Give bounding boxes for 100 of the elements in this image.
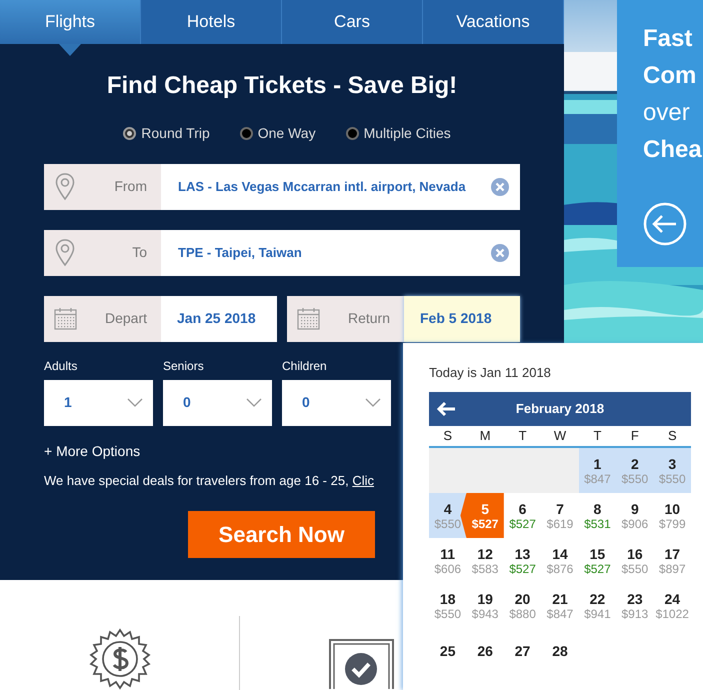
chevron-down-icon	[246, 398, 262, 408]
dollar-seal-icon	[88, 628, 150, 690]
day-price: $531	[584, 516, 611, 530]
location-pin-icon	[55, 238, 75, 267]
nav-tab[interactable]: Hotels	[141, 0, 282, 44]
date-value-area[interactable]: Jan 25 2018	[161, 296, 277, 342]
radio-label[interactable]: Round Trip	[141, 123, 210, 144]
day-number: 4	[444, 500, 452, 516]
date-field[interactable]: Return Feb 5 2018	[287, 296, 520, 342]
passenger-label: Adults	[44, 358, 78, 373]
radio-button[interactable]	[240, 127, 253, 140]
field-label: To	[132, 243, 147, 262]
location-pin-icon	[55, 172, 75, 201]
field-value: Feb 5 2018	[420, 309, 492, 328]
day-number: 15	[590, 546, 606, 562]
day-number: 22	[590, 590, 606, 606]
day-price: $941	[584, 606, 611, 620]
radio-button[interactable]	[346, 127, 359, 140]
clear-icon[interactable]	[491, 244, 509, 262]
passenger-select[interactable]: 0	[163, 380, 272, 426]
weekday-label: S	[442, 427, 454, 446]
day-price: $527	[584, 562, 611, 576]
calendar-icon	[54, 307, 77, 330]
weekday-label: W	[552, 427, 568, 446]
radio-label[interactable]: One Way	[258, 123, 316, 144]
day-price: $527	[509, 516, 536, 530]
day-price: $876	[546, 562, 574, 576]
chevron-down-icon	[365, 398, 381, 408]
day-number: 17	[664, 546, 680, 562]
weekday-label: T	[592, 427, 602, 446]
day-number: 19	[477, 590, 493, 606]
day-price: $799	[658, 516, 686, 530]
radio-label[interactable]: Multiple Cities	[364, 123, 451, 144]
day-price: $913	[622, 606, 648, 620]
promo-text: Fast	[643, 24, 694, 54]
passenger-select[interactable]: 1	[44, 380, 153, 426]
day-price: $880	[509, 606, 536, 620]
calendar-icon	[297, 307, 320, 330]
day-cell[interactable]: 2 $550	[616, 448, 654, 493]
previous-month-arrow-icon[interactable]	[436, 401, 456, 417]
nav-tab[interactable]: Cars	[282, 0, 423, 44]
today-label: Today is Jan 11 2018	[429, 365, 552, 381]
day-price: $550	[434, 516, 462, 530]
day-number: 3	[668, 456, 676, 472]
day-price: $906	[622, 516, 648, 530]
date-field[interactable]: Depart Jan 25 2018	[44, 296, 277, 342]
day-number: 7	[556, 500, 564, 516]
location-field[interactable]: From LAS - Las Vegas Mccarran intl. airport, Nevada	[44, 164, 520, 210]
day-number: 9	[630, 500, 639, 516]
day-number: 16	[627, 546, 643, 562]
chevron-down-icon	[127, 398, 143, 408]
clear-icon[interactable]	[491, 178, 509, 196]
promo-text: Chea	[643, 135, 703, 165]
more-options-link[interactable]: + More Options	[44, 442, 140, 460]
day-cell[interactable]: 3 $550	[654, 448, 691, 493]
day-cell[interactable]: 1 $847	[578, 448, 616, 493]
day-number: 2	[630, 456, 639, 472]
day-price: $527	[472, 516, 498, 530]
day-number: 26	[477, 642, 493, 658]
day-number: 13	[514, 546, 530, 562]
weekday-label: F	[630, 427, 640, 446]
radio-button[interactable]	[123, 127, 136, 140]
day-number: 25	[440, 642, 456, 658]
day-number: 20	[514, 590, 530, 606]
day-price: $527	[509, 562, 536, 576]
nav-tab[interactable]: Vacations	[423, 0, 564, 44]
day-number: 14	[552, 546, 568, 562]
field-label: Depart	[104, 309, 147, 328]
day-number: 5	[481, 500, 490, 516]
day-number: 8	[594, 500, 602, 516]
passenger-select[interactable]: 0	[282, 380, 391, 426]
day-price: $897	[658, 562, 686, 576]
location-field[interactable]: To TPE - Taipei, Taiwan	[44, 230, 520, 276]
promo-text: Com	[643, 61, 698, 91]
day-price: $1022	[656, 606, 689, 620]
weekday-label: M	[478, 427, 492, 446]
day-number: 23	[627, 590, 643, 606]
tab-pointer	[59, 44, 81, 56]
nav-tab[interactable]: Flights	[0, 0, 141, 44]
promo-text: over	[643, 98, 691, 128]
day-number: 6	[518, 500, 526, 516]
day-number: 12	[477, 546, 493, 562]
field-label: From	[114, 177, 147, 196]
day-cell[interactable]: 4 $550	[429, 493, 466, 538]
day-number: 21	[552, 590, 568, 606]
day-price: $943	[472, 606, 498, 620]
passenger-label: Seniors	[163, 358, 205, 373]
day-number: 11	[440, 546, 456, 562]
weekday-label: S	[666, 427, 678, 446]
date-value-area[interactable]: Feb 5 2018	[404, 296, 520, 342]
deals-link[interactable]: Clic	[352, 472, 374, 488]
day-number: 27	[514, 642, 530, 658]
passenger-label: Children	[282, 358, 328, 373]
weekday-label: T	[518, 427, 528, 446]
field-value: LAS - Las Vegas Mccarran intl. airport, Nevada	[178, 178, 466, 196]
day-number: 10	[664, 500, 680, 516]
day-price: $619	[546, 516, 574, 530]
day-price: $550	[622, 562, 648, 576]
day-number: 28	[552, 642, 568, 658]
month-title: February 2018	[516, 400, 604, 418]
